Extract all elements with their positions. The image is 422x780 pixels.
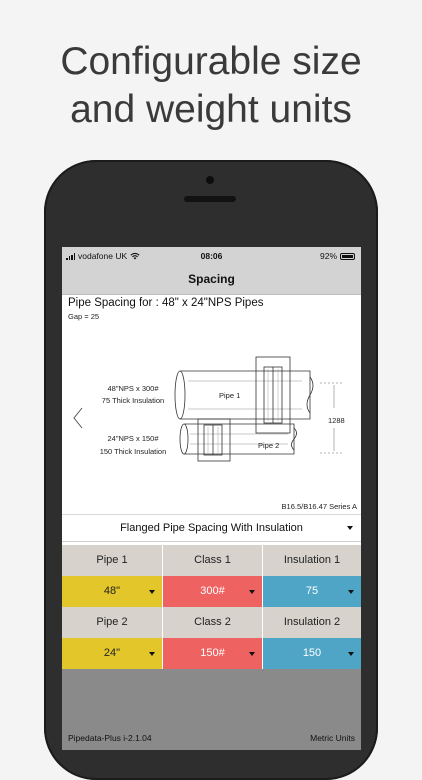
pipe2-value-row: 24" 150# 150 (62, 638, 361, 669)
pipe1-size-value: 48" (103, 585, 121, 597)
nav-bar: Spacing (62, 265, 361, 295)
insulation1-value: 75 (305, 585, 319, 597)
app-version: Pipedata-Plus i-2.1.04 (68, 733, 152, 743)
class2-select[interactable]: 150# (163, 638, 263, 669)
chevron-down-icon (348, 590, 354, 594)
class1-header: Class 1 (163, 545, 263, 576)
insulation2-value: 150 (302, 647, 322, 659)
gap-value: Gap = 25 (68, 312, 100, 321)
promo-headline-line2: and weight units (70, 88, 352, 131)
chevron-down-icon (347, 526, 353, 530)
pipe1-insulation-label: 75 Thick Insulation (101, 396, 165, 405)
footer-area: Pipedata-Plus i-2.1.04 Metric Units (62, 669, 361, 750)
phone-speaker (184, 196, 236, 202)
pipe2-header: Pipe 2 (62, 607, 163, 638)
class2-value: 150# (200, 647, 225, 659)
page-title: Spacing (188, 272, 235, 286)
app-screen: vodafone UK 08:06 92% Spacing Pipe Spaci… (62, 247, 361, 750)
pipe1-header-row: Pipe 1 Class 1 Insulation 1 (62, 545, 361, 576)
class1-select[interactable]: 300# (163, 576, 263, 607)
battery-percent: 92% (319, 251, 337, 261)
chevron-down-icon (149, 652, 155, 656)
pipe2-header-row: Pipe 2 Class 2 Insulation 2 (62, 607, 361, 638)
insulation1-header: Insulation 1 (263, 545, 361, 576)
diagram-heading: Pipe Spacing for : 48" x 24"NPS Pipes (68, 297, 264, 309)
spacing-type-value: Flanged Pipe Spacing With Insulation (120, 522, 303, 534)
pipe1-value-row: 48" 300# 75 (62, 576, 361, 607)
chevron-down-icon (249, 652, 255, 656)
pipe1-drawing-label: Pipe 1 (219, 391, 241, 400)
status-bar: vodafone UK 08:06 92% (62, 247, 361, 265)
class1-value: 300# (200, 585, 225, 597)
insulation2-select[interactable]: 150 (263, 638, 361, 669)
chevron-down-icon (348, 652, 354, 656)
spacing-type-dropdown[interactable]: Flanged Pipe Spacing With Insulation (62, 515, 361, 542)
status-time: 08:06 (200, 251, 223, 261)
pipe-drawing (174, 356, 344, 462)
pipe2-size-select[interactable]: 24" (62, 638, 163, 669)
spacing-dimension: 1288 (328, 416, 345, 425)
spacing-diagram: Pipe Spacing for : 48" x 24"NPS Pipes Ga… (62, 295, 361, 515)
class2-header: Class 2 (163, 607, 263, 638)
pipe1-spec-label: 48"NPS x 300# (107, 384, 159, 393)
standard-series-label: B16.5/B16.47 Series A (281, 502, 357, 511)
pipe-settings-grid: Pipe 1 Class 1 Insulation 1 48" 300# 75 … (62, 545, 361, 669)
battery-icon (340, 252, 355, 260)
promo-headline: Configurable size and weight units (0, 38, 422, 134)
insulation2-header: Insulation 2 (263, 607, 361, 638)
previous-arrow-icon[interactable] (72, 407, 84, 429)
battery-info: 92% (320, 251, 355, 261)
pipe2-insulation-label: 150 Thick Insulation (99, 447, 167, 456)
promo-headline-line1: Configurable size (60, 40, 362, 83)
pipe1-size-select[interactable]: 48" (62, 576, 163, 607)
pipe2-size-value: 24" (103, 647, 121, 659)
pipe2-spec-label: 24"NPS x 150# (107, 434, 159, 443)
phone-camera (206, 176, 214, 184)
chevron-down-icon (149, 590, 155, 594)
pipe2-drawing-label: Pipe 2 (258, 441, 280, 450)
chevron-down-icon (249, 590, 255, 594)
pipe1-header: Pipe 1 (62, 545, 163, 576)
units-toggle[interactable]: Metric Units (310, 733, 355, 743)
insulation1-select[interactable]: 75 (263, 576, 361, 607)
